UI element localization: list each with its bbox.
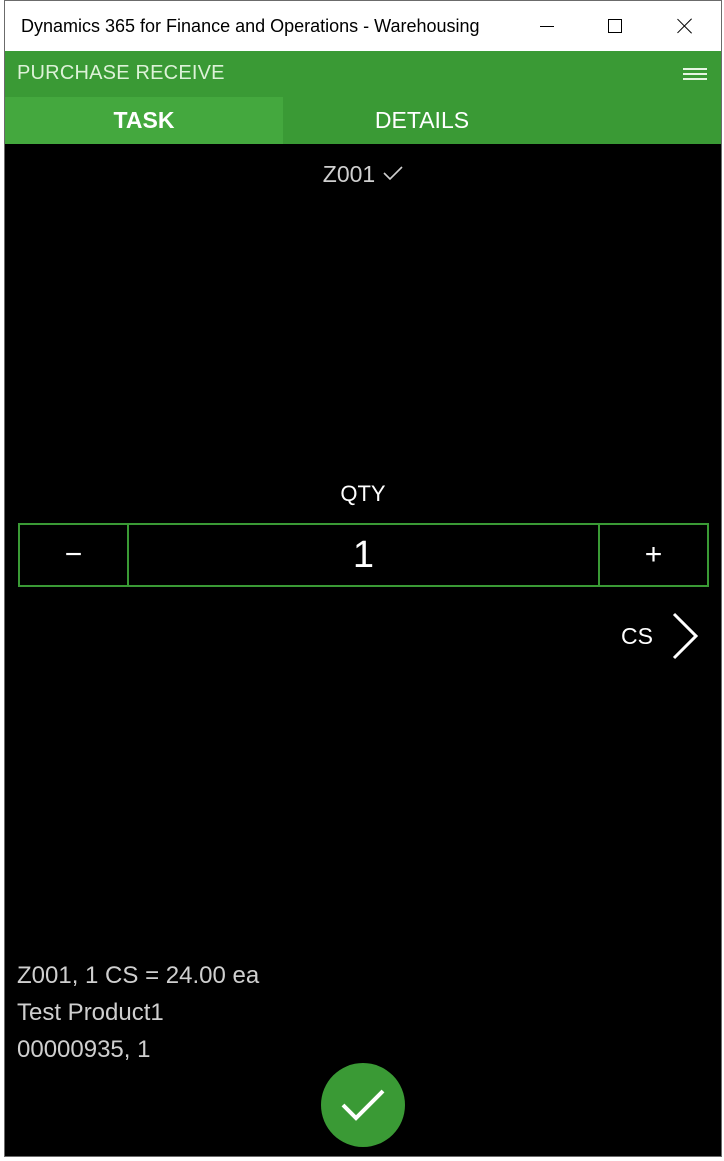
checkmark-icon [341, 1089, 385, 1121]
chevron-right-icon [672, 612, 699, 660]
quantity-stepper: − 1 + [18, 523, 709, 587]
product-info: Z001, 1 CS = 24.00 ea Test Product1 0000… [17, 957, 259, 1068]
increment-button[interactable]: + [598, 525, 707, 585]
order-line: 00000935, 1 [17, 1036, 151, 1063]
tab-details[interactable]: DETAILS [283, 97, 561, 144]
maximize-button[interactable] [581, 1, 649, 51]
quantity-input[interactable]: 1 [129, 525, 598, 585]
window-titlebar: Dynamics 365 for Finance and Operations … [5, 1, 721, 51]
tab-task[interactable]: TASK [5, 97, 283, 144]
unit-selector[interactable]: CS [621, 611, 699, 661]
product-name: Test Product1 [17, 999, 164, 1026]
maximize-icon [608, 19, 622, 33]
window-title: Dynamics 365 for Finance and Operations … [21, 16, 480, 36]
decrement-button[interactable]: − [20, 525, 129, 585]
app-window: Dynamics 365 for Finance and Operations … [4, 0, 722, 1157]
tab-bar: TASK DETAILS [5, 97, 721, 144]
app-header: PURCHASE RECEIVE [5, 51, 721, 97]
close-icon [677, 18, 693, 34]
hamburger-menu-icon[interactable] [683, 67, 707, 81]
close-button[interactable] [651, 1, 719, 51]
confirm-button[interactable] [321, 1063, 405, 1147]
conversion-text: Z001, 1 CS = 24.00 ea [17, 962, 260, 989]
minimize-button[interactable] [513, 1, 581, 51]
unit-label: CS [621, 622, 653, 649]
qty-label: QTY [340, 481, 386, 506]
page-title: PURCHASE RECEIVE [17, 62, 225, 84]
checkmark-icon [383, 166, 403, 180]
location-display: Z001 [5, 161, 721, 188]
location-code: Z001 [322, 161, 376, 187]
minimize-icon [540, 25, 554, 27]
